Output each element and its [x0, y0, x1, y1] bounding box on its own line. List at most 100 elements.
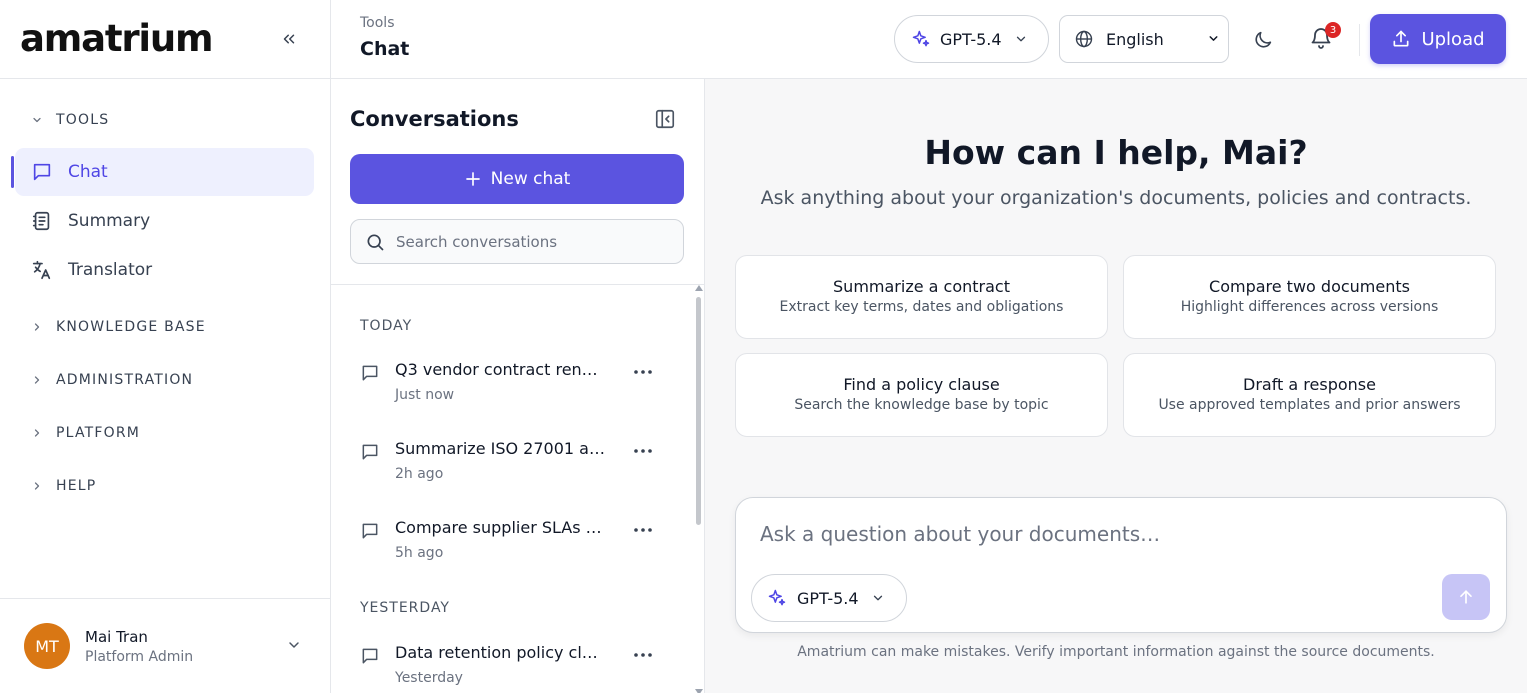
- more-options-icon[interactable]: [631, 445, 655, 457]
- suggestion-title: Draft a response: [1243, 375, 1376, 394]
- language-select-label: English: [1106, 29, 1164, 49]
- user-role: Platform Admin: [85, 648, 194, 665]
- suggestion-description: Highlight differences across versions: [1180, 299, 1439, 315]
- model-selector[interactable]: GPT-5.4: [894, 15, 1049, 63]
- user-profile[interactable]: MT Mai Tran Platform Admin: [0, 598, 330, 693]
- brand-header: amatrium: [0, 0, 330, 79]
- chat-bubble-icon: [360, 363, 380, 387]
- conversation-title: Q3 vendor contract renewal: [395, 360, 605, 379]
- conversation-title: Compare supplier SLAs — 2024 vs 2025: [395, 518, 605, 537]
- chevron-down-icon: [873, 595, 882, 601]
- collapse-sidebar-button[interactable]: [276, 27, 302, 51]
- notification-badge: 3: [1325, 22, 1341, 38]
- search-conversations: [350, 219, 684, 264]
- search-icon: [367, 234, 384, 250]
- composer-model-selector[interactable]: GPT-5.4: [751, 574, 907, 622]
- section-label: KNOWLEDGE BASE: [56, 319, 206, 335]
- sidebar-item-translator[interactable]: Translator: [15, 246, 314, 294]
- notifications-button[interactable]: 3: [1309, 22, 1341, 54]
- collapse-panel-button[interactable]: [654, 108, 676, 130]
- send-button[interactable]: [1442, 574, 1490, 620]
- double-chevron-left-icon: [283, 34, 295, 44]
- upload-button[interactable]: Upload: [1370, 14, 1506, 64]
- sidebar-item-label: Summary: [68, 211, 151, 231]
- search-input[interactable]: [396, 232, 666, 251]
- conversation-item[interactable]: Q3 vendor contract renewal Just now: [331, 360, 693, 424]
- chat-bubble-icon: [360, 521, 380, 545]
- avatar: MT: [24, 623, 70, 669]
- suggestion-card[interactable]: Summarize a contract Extract key terms, …: [735, 255, 1108, 339]
- sidebar-item-summary[interactable]: Summary: [15, 197, 314, 245]
- new-chat-button[interactable]: New chat: [350, 154, 684, 204]
- chevron-right-icon: [31, 427, 45, 439]
- sparkle-icon: [768, 589, 786, 606]
- suggestion-card[interactable]: Find a policy clause Search the knowledg…: [735, 353, 1108, 437]
- page-title: Chat: [360, 38, 410, 60]
- message-composer: GPT-5.4: [735, 497, 1507, 633]
- moon-icon: [1255, 31, 1272, 48]
- chevron-right-icon: [31, 374, 45, 386]
- more-options-icon[interactable]: [631, 649, 655, 661]
- disclaimer: Amatrium can make mistakes. Verify impor…: [797, 644, 1435, 660]
- conversation-time: Yesterday: [395, 670, 463, 686]
- conversation-item[interactable]: Data retention policy clause Yesterday: [331, 643, 693, 693]
- chat-bubble-icon: [360, 442, 380, 466]
- suggestion-description: Use approved templates and prior answers: [1158, 397, 1461, 413]
- suggestion-card[interactable]: Compare two documents Highlight differen…: [1123, 255, 1496, 339]
- brand-logo[interactable]: amatrium: [20, 17, 214, 60]
- theme-toggle-button[interactable]: [1249, 26, 1277, 54]
- breadcrumb[interactable]: Tools: [360, 15, 395, 31]
- chevron-down-icon[interactable]: [286, 637, 302, 657]
- document-list-icon: [30, 209, 54, 233]
- section-tools[interactable]: TOOLS: [0, 108, 330, 132]
- scrollbar[interactable]: [695, 285, 703, 693]
- section-label: PLATFORM: [56, 425, 141, 441]
- conversation-item[interactable]: Summarize ISO 27001 audit report 2h ago: [331, 439, 693, 503]
- group-label-today: TODAY: [360, 318, 413, 334]
- suggestion-description: Extract key terms, dates and obligations: [779, 299, 1064, 315]
- chat-main: How can I help, Mai? Ask anything about …: [705, 79, 1527, 693]
- plus-icon: [465, 172, 480, 186]
- upload-label: Upload: [1421, 28, 1485, 50]
- user-info: Mai Tran Platform Admin: [85, 628, 193, 665]
- more-options-icon[interactable]: [631, 524, 655, 536]
- model-selector-label: GPT-5.4: [940, 29, 1002, 49]
- chevron-down-icon: [1016, 36, 1025, 42]
- greeting-heading: How can I help, Mai?: [924, 133, 1308, 172]
- suggestion-card[interactable]: Draft a response Use approved templates …: [1123, 353, 1496, 437]
- conversation-time: 2h ago: [395, 466, 444, 482]
- divider: [1359, 24, 1360, 56]
- section-platform[interactable]: PLATFORM: [0, 421, 330, 445]
- sidebar-item-chat[interactable]: Chat: [11, 148, 314, 196]
- scrollbar-thumb[interactable]: [696, 297, 701, 525]
- greeting-subtitle: Ask anything about your organization's d…: [760, 187, 1472, 209]
- user-name: Mai Tran: [85, 627, 148, 646]
- conversation-item[interactable]: Compare supplier SLAs — 2024 vs 2025 5h …: [331, 518, 693, 582]
- sidebar-item-label: Translator: [68, 260, 153, 280]
- message-input[interactable]: [760, 522, 1480, 554]
- conversations-title: Conversations: [350, 107, 519, 131]
- sidebar-item-label: Chat: [68, 162, 108, 182]
- more-options-icon[interactable]: [631, 366, 655, 378]
- sidebar-nav: TOOLS Chat Summary Translator KNOWLEDGE …: [0, 108, 330, 498]
- section-administration[interactable]: ADMINISTRATION: [0, 368, 330, 392]
- section-label: TOOLS: [56, 112, 110, 128]
- chevron-down-icon: [31, 114, 45, 126]
- arrow-up-icon: [1460, 590, 1472, 604]
- language-select[interactable]: English: [1059, 15, 1229, 63]
- conversations-panel: Conversations New chat TODAY Q3 vendor c…: [331, 79, 705, 693]
- scroll-down-arrow-icon: [695, 689, 703, 693]
- chevron-down-icon: [1207, 30, 1220, 49]
- composer-model-label: GPT-5.4: [797, 588, 859, 608]
- scroll-up-arrow-icon: [695, 285, 703, 291]
- suggestion-description: Search the knowledge base by topic: [794, 397, 1049, 413]
- chevron-right-icon: [31, 480, 45, 492]
- sidebar: amatrium TOOLS Chat Summary Translator K…: [0, 0, 331, 693]
- section-label: HELP: [56, 478, 97, 494]
- globe-icon: [1075, 30, 1093, 48]
- section-help[interactable]: HELP: [0, 474, 330, 498]
- conversation-title: Summarize ISO 27001 audit report: [395, 439, 605, 458]
- suggestion-title: Compare two documents: [1209, 277, 1410, 296]
- section-knowledge-base[interactable]: KNOWLEDGE BASE: [0, 315, 330, 339]
- conversation-list[interactable]: TODAY Q3 vendor contract renewal Just no…: [331, 285, 704, 693]
